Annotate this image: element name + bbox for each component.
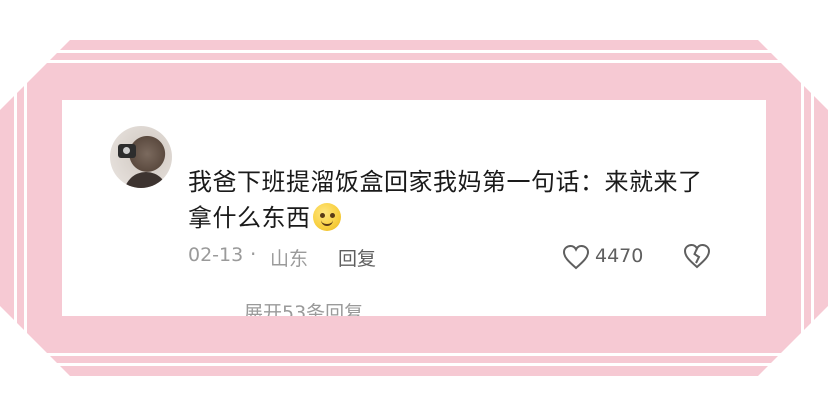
- heart-outline-icon: [562, 244, 590, 270]
- camera-icon: [118, 144, 136, 158]
- comment-date: 02-13: [188, 244, 244, 266]
- comment-location: 山东: [270, 248, 309, 270]
- reply-button[interactable]: 回复: [338, 244, 376, 271]
- comment-card: 我爸下班提溜饭盒回家我妈第一句话：来就来了 拿什么东西 02-13 · 山东 回…: [62, 100, 766, 316]
- smile-emoji-icon: [312, 203, 341, 231]
- expand-replies-link[interactable]: 展开53条回复: [244, 298, 363, 316]
- avatar[interactable]: [110, 126, 172, 188]
- dislike-button[interactable]: [682, 243, 712, 271]
- comment-text-line1: 我爸下班提溜饭盒回家我妈第一句话：来就来了: [188, 168, 703, 196]
- comment-text: 我爸下班提溜饭盒回家我妈第一句话：来就来了 拿什么东西: [188, 164, 738, 236]
- comment-text-line2: 拿什么东西: [188, 204, 311, 232]
- like-count: 4470: [595, 245, 644, 267]
- broken-heart-icon: [683, 243, 711, 269]
- comment-meta: 02-13 · 山东 回复: [188, 242, 728, 272]
- meta-separator: ·: [250, 242, 257, 266]
- screenshot-page: 我爸下班提溜饭盒回家我妈第一句话：来就来了 拿什么东西 02-13 · 山东 回…: [0, 0, 828, 414]
- avatar-shirt: [124, 172, 168, 188]
